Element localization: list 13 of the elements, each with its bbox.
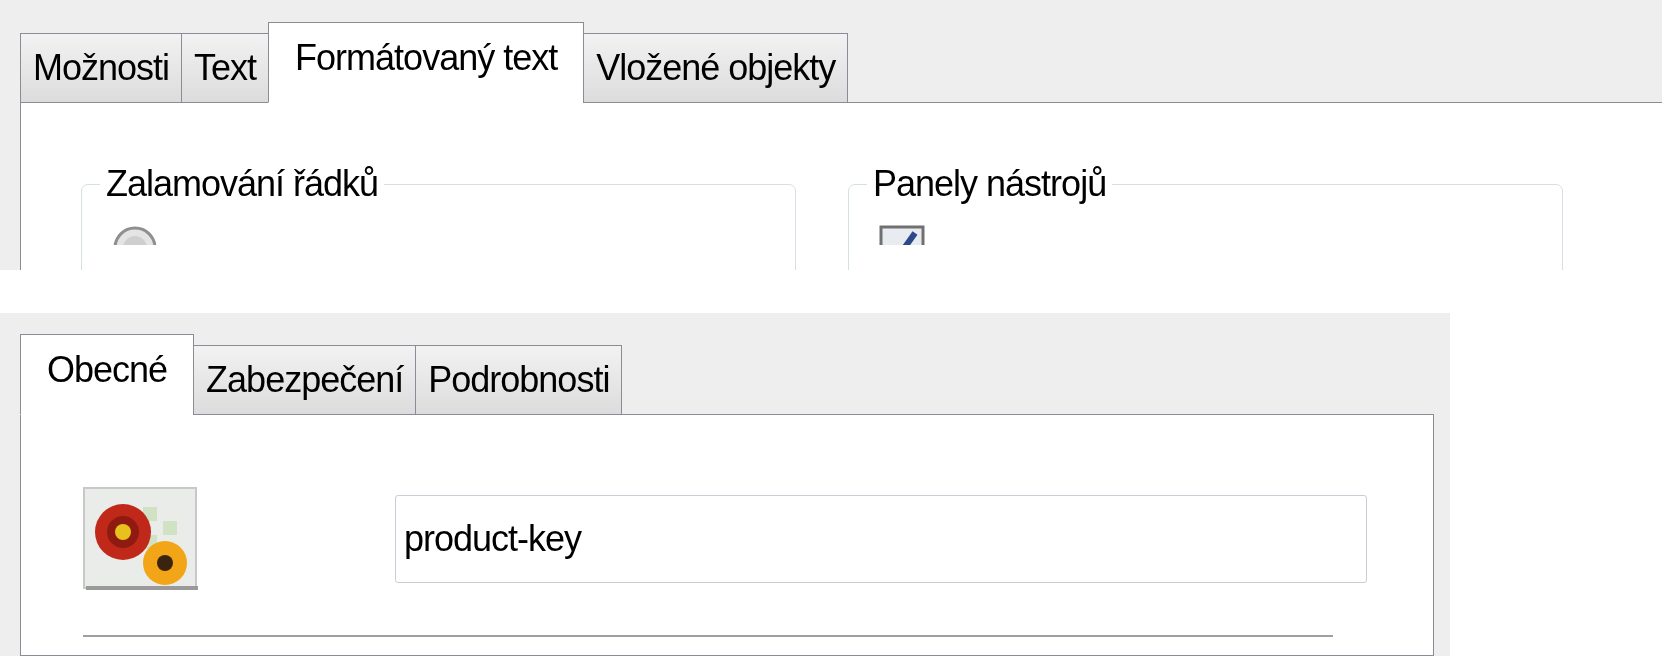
tab[interactable]: Možnosti	[20, 33, 183, 103]
tab[interactable]: Text	[181, 33, 270, 103]
tab[interactable]: Formátovaný text	[268, 22, 585, 103]
group-title: Panely nástrojů	[872, 163, 1108, 205]
checkbox[interactable]	[879, 225, 925, 245]
file-name-field[interactable]: product-key	[395, 495, 1367, 583]
flower-picture-icon	[83, 487, 199, 591]
group-title: Zalamování řádků	[105, 163, 380, 205]
radio-button[interactable]	[112, 225, 158, 245]
tab[interactable]: Zabezpečení	[193, 345, 417, 415]
tab[interactable]: Vložené objekty	[583, 33, 849, 103]
tab[interactable]: Podrobnosti	[415, 345, 623, 415]
tab[interactable]: Obecné	[20, 334, 195, 415]
